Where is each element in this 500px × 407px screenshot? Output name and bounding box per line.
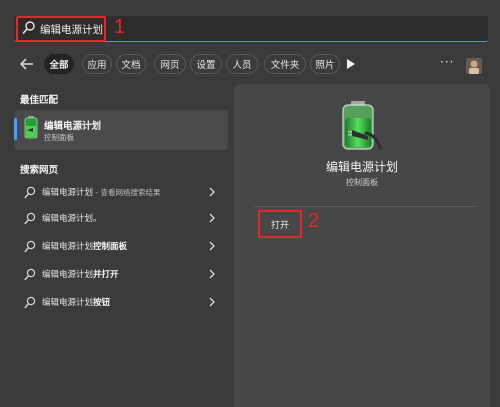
selection-accent [14,118,17,140]
web-result-row[interactable]: 编辑电源计划。 [14,208,228,230]
web-result-row[interactable]: 编辑电源计划按钮 [14,292,228,314]
search-icon [22,21,35,34]
chevron-right-icon [209,187,215,197]
filter-photos[interactable]: 照片 [310,54,340,74]
open-button[interactable]: 打开 [258,210,302,238]
search-window: 编辑电源计划 1 全部 应用 文档 网页 设置 人员 文件夹 照片 ··· 最佳… [0,0,500,407]
web-result-text: 编辑电源计划并打开 [42,270,119,280]
web-result-text: 编辑电源计划按钮 [42,298,111,308]
filter-web[interactable]: 网页 [154,54,186,74]
avatar[interactable] [466,58,482,74]
annotation-number-1: 1 [114,16,126,38]
chevron-right-icon [209,213,215,223]
search-icon [24,296,36,309]
search-icon [24,212,36,225]
filter-all[interactable]: 全部 [44,54,74,74]
web-result-row[interactable]: 编辑电源计划 - 查看网络搜索结果 [14,182,228,204]
filter-folders[interactable]: 文件夹 [264,54,306,74]
web-result-row[interactable]: 编辑电源计划并打开 [14,264,228,286]
filter-settings[interactable]: 设置 [190,54,222,74]
best-match-title: 编辑电源计划 [44,121,102,132]
web-result-text: 编辑电源计划 - 查看网络搜索结果 [42,188,161,198]
search-icon [24,186,36,199]
search-icon [24,268,36,281]
filter-documents[interactable]: 文档 [116,54,146,74]
chevron-right-icon [209,241,215,251]
search-input[interactable]: 编辑电源计划 [40,22,103,37]
web-search-heading: 搜索网页 [20,165,59,176]
best-match-heading: 最佳匹配 [20,95,59,106]
filter-apps[interactable]: 应用 [82,54,112,74]
divider [254,206,476,207]
web-result-text: 编辑电源计划控制面板 [42,242,128,252]
preview-subtitle: 控制面板 [346,178,378,187]
web-result-text: 编辑电源计划。 [42,214,102,224]
preview-title: 编辑电源计划 [325,160,398,174]
chevron-right-icon [209,269,215,279]
battery-plug-icon [342,101,382,150]
filter-people[interactable]: 人员 [226,54,258,74]
web-result-row[interactable]: 编辑电源计划控制面板 [14,236,228,258]
best-match-subtitle: 控制面板 [44,133,74,142]
search-icon [24,240,36,253]
chevron-right-icon [209,297,215,307]
back-arrow-icon[interactable] [18,55,36,73]
battery-plug-icon [24,116,38,139]
play-icon[interactable] [346,58,356,70]
annotation-number-2: 2 [308,210,320,232]
more-icon[interactable]: ··· [440,55,454,69]
